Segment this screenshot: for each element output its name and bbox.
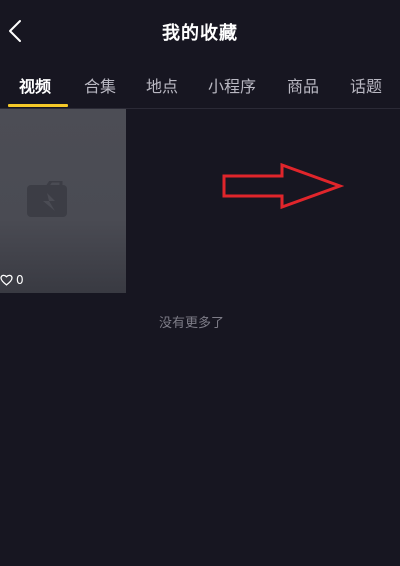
like-count-value: 0 <box>16 273 24 287</box>
like-count: 0 <box>0 273 24 287</box>
broken-video-icon <box>27 181 67 217</box>
tab-topics[interactable]: 话题 <box>350 73 382 97</box>
video-thumbnail[interactable]: 0 <box>0 109 126 293</box>
active-tab-indicator <box>8 104 68 107</box>
favorites-screen: 我的收藏 视频 合集 地点 小程序 商品 话题 0 没有更多了 <box>0 0 400 566</box>
tab-locations[interactable]: 地点 <box>146 73 178 97</box>
tab-collections[interactable]: 合集 <box>84 73 116 97</box>
tab-videos[interactable]: 视频 <box>19 73 51 97</box>
arrow-right-icon <box>222 162 344 210</box>
tab-bar: 视频 合集 地点 小程序 商品 话题 <box>0 64 400 109</box>
heart-icon <box>0 274 13 286</box>
top-bar: 我的收藏 <box>0 0 400 64</box>
tab-products[interactable]: 商品 <box>287 73 319 97</box>
tab-mini-programs[interactable]: 小程序 <box>208 73 256 97</box>
page-title: 我的收藏 <box>162 23 238 44</box>
no-more-label: 没有更多了 <box>159 316 225 331</box>
